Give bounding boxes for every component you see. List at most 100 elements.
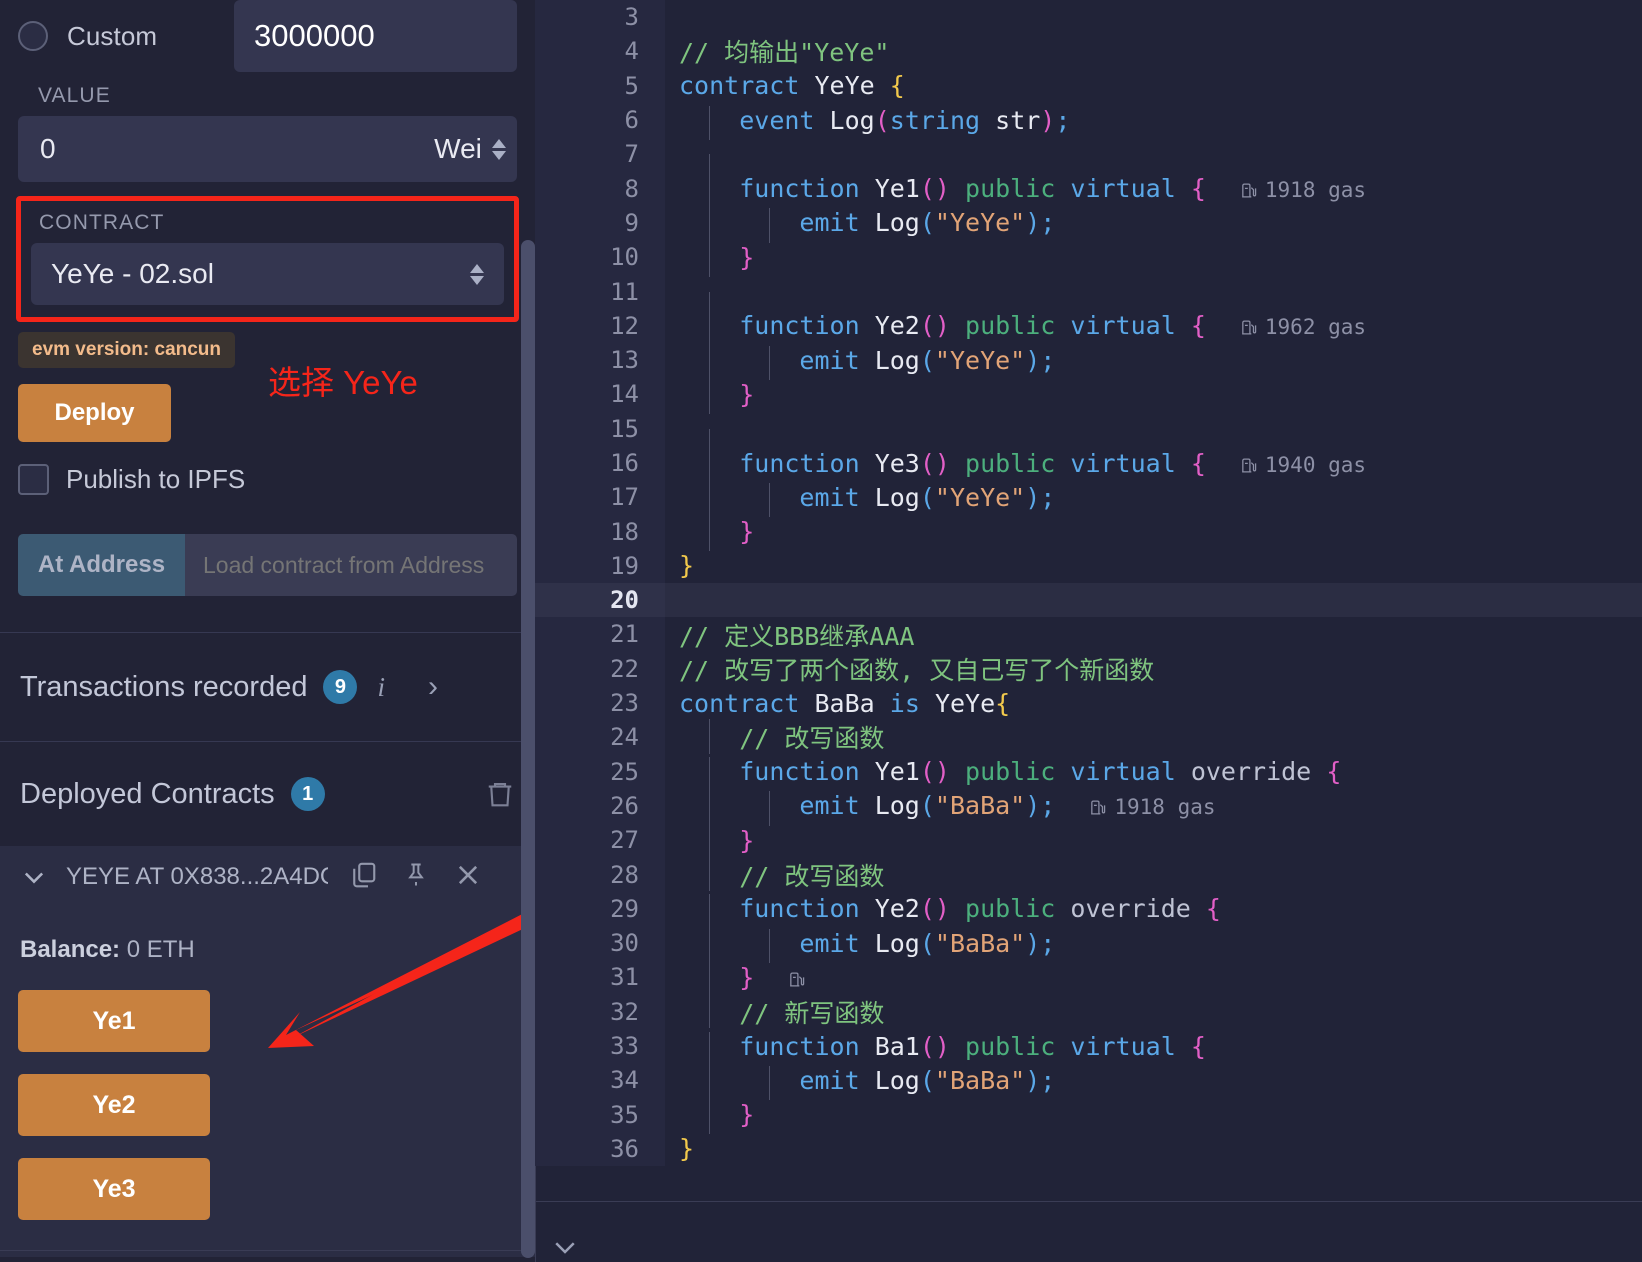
code-line[interactable]: 5 contract YeYe { [535,68,1642,103]
info-icon[interactable]: i [377,672,385,703]
deployed-contract-name: YEYE AT 0X838...2A4DC (M [66,863,328,890]
code-line[interactable]: 27 } [535,823,1642,861]
sidebar-scrollbar[interactable] [521,240,535,1262]
function-button-ye1[interactable]: Ye1 [18,990,210,1052]
close-icon[interactable] [454,861,482,894]
line-content: contract BaBa is YeYe{ [679,688,1011,718]
code-line[interactable]: 23 contract BaBa is YeYe{ [535,685,1642,721]
line-content: function Ba1() public virtual { [665,1031,1206,1066]
chevron-down-icon[interactable] [20,863,48,891]
line-number: 24 [535,720,665,755]
annotation-select-yeye: 选择 YeYe [268,364,418,401]
code-line[interactable]: 18 } [535,514,1642,552]
code-line[interactable]: 32 // 新写函数 [535,993,1642,1029]
line-content: emit Log("YeYe"); [665,482,1055,518]
line-number: 30 [535,926,665,961]
transactions-recorded-row[interactable]: Transactions recorded 9 i › [0,633,535,741]
panel-chevron-down-icon[interactable] [550,1232,580,1262]
value-unit-select[interactable]: Wei [423,116,517,182]
code-line[interactable]: 14 } [535,377,1642,415]
code-line[interactable]: 19} [535,548,1642,584]
code-line[interactable]: 22 // 改写了两个函数, 又自己写了个新函数 [535,651,1642,686]
code-line[interactable]: 28 // 改写函数 [535,856,1642,892]
copy-icon[interactable] [348,860,378,895]
code-line[interactable]: 30 emit Log("BaBa"); [535,926,1642,963]
code-line[interactable]: 35 } [535,1097,1642,1135]
line-content: function Ye3() public virtual {1940 gas [665,448,1366,483]
line-content: // 改写了两个函数, 又自己写了个新函数 [679,655,1155,685]
code-line[interactable]: 6 event Log(string str); [535,102,1642,140]
publish-ipfs-row: Publish to IPFS [0,442,535,495]
pin-icon[interactable] [402,860,430,895]
line-content: function Ye1() public virtual override { [665,757,1341,792]
contract-select[interactable]: YeYe - 02.sol [31,243,504,305]
function-button-ye3[interactable]: Ye3 [18,1158,210,1220]
line-content: function Ye2() public override { [665,894,1221,929]
code-line[interactable]: 13 emit Log("YeYe"); [535,342,1642,380]
line-content: } [665,242,754,278]
gas-limit-input[interactable] [234,0,517,72]
trash-icon[interactable] [485,778,515,810]
code-line[interactable]: 16 function Ye3() public virtual {1940 g… [535,445,1642,483]
code-line[interactable]: 12 function Ye2() public virtual {1962 g… [535,308,1642,346]
line-number: 15 [535,411,665,446]
value-label: VALUE [38,84,111,107]
gas-limit-row: Custom [0,0,535,72]
balance-value: 0 ETH [126,936,195,963]
code-line[interactable]: 34 emit Log("BaBa"); [535,1063,1642,1101]
at-address-button[interactable]: At Address [18,534,185,596]
code-line[interactable]: 21 // 定义BBB继承AAA [535,617,1642,652]
line-content: } [665,379,754,415]
code-line[interactable]: 11 [535,274,1642,326]
code-line[interactable]: 8 function Ye1() public virtual {1918 ga… [535,171,1642,209]
line-number: 12 [535,308,665,343]
code-line[interactable]: 15 [535,411,1642,463]
code-line[interactable]: 7 [535,137,1642,189]
gas-estimate: 1918 gas [1240,178,1366,202]
code-line[interactable]: 36} [535,1131,1642,1167]
gas-estimate: 1918 gas [1089,795,1216,819]
code-line[interactable]: 25 function Ye1() public virtual overrid… [535,754,1642,792]
deployed-contract-header[interactable]: YEYE AT 0X838...2A4DC (M [0,846,535,908]
code-line[interactable]: 31 } [535,960,1642,998]
code-line[interactable]: 10 } [535,240,1642,278]
code-line[interactable]: 33 function Ba1() public virtual { [535,1028,1642,1066]
balance-row: Balance: 0 ETH [0,908,535,964]
line-number: 34 [535,1063,665,1098]
line-content: emit Log("YeYe"); [665,208,1055,243]
function-button-ye2[interactable]: Ye2 [18,1074,210,1136]
sidebar-scrollbar-thumb[interactable] [521,240,535,1258]
line-content: emit Log("BaBa"); [665,928,1055,963]
line-content: contract YeYe { [679,71,905,101]
chevron-right-icon[interactable]: › [428,670,438,704]
code-line[interactable]: 3 [535,0,1642,35]
line-content: function Ye2() public virtual {1962 gas [665,311,1366,346]
at-address-input[interactable] [185,534,517,596]
line-number: 32 [535,994,665,1029]
code-line[interactable]: 4 // 均输出"YeYe" [535,34,1642,69]
line-number: 36 [535,1131,665,1167]
code-line[interactable]: 26 emit Log("BaBa"); 1918 gas [535,788,1642,826]
line-number: 11 [535,274,665,309]
code-line[interactable]: 20 [535,583,1642,618]
code-line[interactable]: 29 function Ye2() public override { [535,891,1642,929]
deploy-button[interactable]: Deploy [18,384,171,442]
code-line[interactable]: 24 // 改写函数 [535,719,1642,755]
line-content: // 定义BBB继承AAA [679,621,915,651]
custom-gas-radio[interactable] [18,21,48,51]
line-number: 6 [535,102,665,138]
transactions-count-badge: 9 [323,670,358,704]
code-editor[interactable]: 3 4// 均输出"YeYe" 5 contract YeYe {6 event Lo… [535,0,1642,1262]
code-line[interactable]: 9 emit Log("YeYe"); [535,205,1642,243]
gas-estimate: 1962 gas [1240,315,1366,339]
value-unit-label: Wei [434,133,482,164]
line-number: 18 [535,514,665,549]
deployed-contracts-label: Deployed Contracts [20,777,275,810]
publish-ipfs-checkbox[interactable] [18,464,49,495]
code-lines[interactable]: 3 4// 均输出"YeYe" 5 contract YeYe {6 event Lo… [535,0,1642,1167]
value-input[interactable] [18,116,423,182]
line-number: 7 [535,137,665,172]
code-line[interactable]: 17 emit Log("YeYe"); [535,480,1642,518]
gas-estimate: 1940 gas [1240,453,1366,477]
remix-ide-window: Custom VALUE Wei CONTRACT YeYe - 02.sol [0,0,1642,1262]
